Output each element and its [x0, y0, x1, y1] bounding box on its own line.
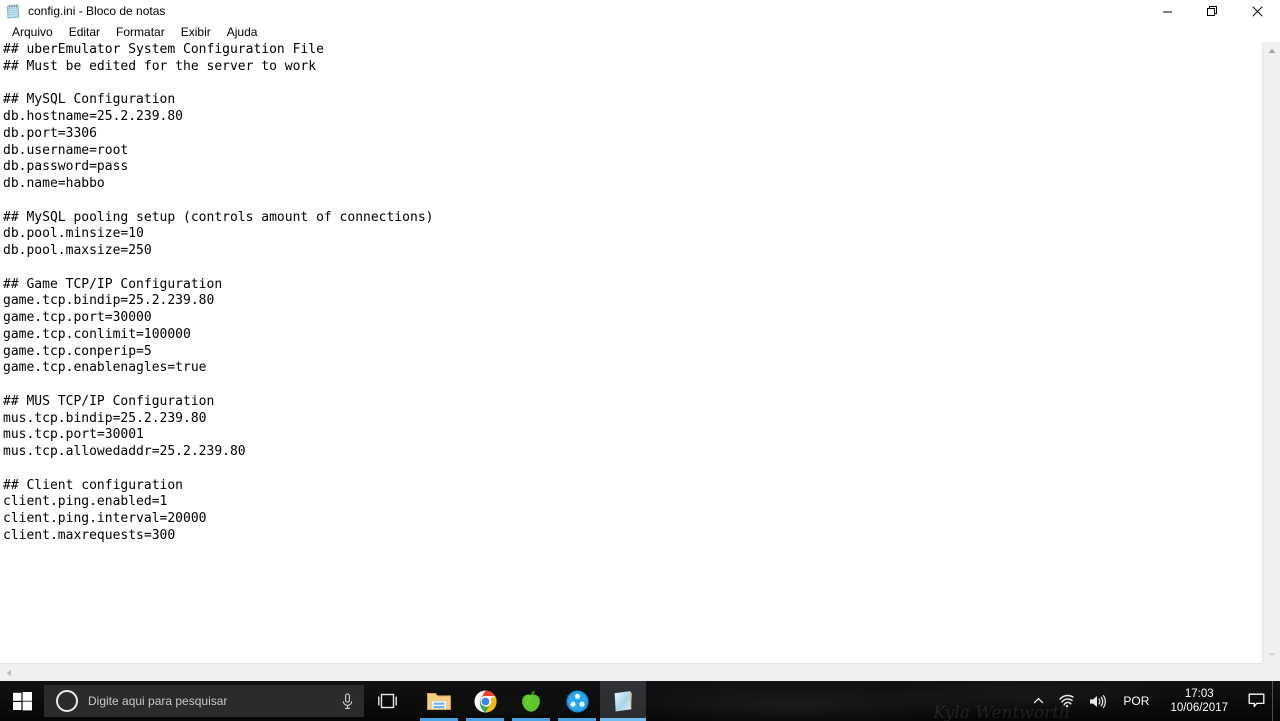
restore-button[interactable] [1190, 0, 1235, 23]
taskbar-apps [416, 681, 646, 721]
apple-icon [522, 690, 540, 712]
menu-item-formatar[interactable]: Formatar [108, 23, 173, 42]
language-indicator[interactable]: POR [1114, 681, 1158, 721]
scrollbar-corner [1262, 663, 1280, 681]
desktop-screen: config.ini - Bloco de notas Arquivo Edit… [0, 0, 1280, 721]
vertical-scrollbar[interactable] [1262, 42, 1280, 663]
notification-bubble-icon [1248, 693, 1264, 708]
microphone-icon[interactable] [341, 692, 354, 710]
menu-item-exibir[interactable]: Exibir [173, 23, 219, 42]
chevron-up-icon [1034, 697, 1044, 704]
taskbar-app-notepad[interactable] [600, 681, 646, 721]
taskbar-app-green-apple[interactable] [508, 681, 554, 721]
cortana-ring-icon[interactable] [56, 690, 78, 712]
system-tray: POR 17:03 10/06/2017 [1026, 681, 1280, 721]
clock-date: 10/06/2017 [1170, 702, 1228, 714]
scroll-left-arrow[interactable] [0, 664, 17, 681]
scroll-up-arrow[interactable] [1263, 42, 1280, 59]
taskbar-app-file-explorer[interactable] [416, 681, 462, 721]
tray-overflow-button[interactable] [1026, 681, 1051, 721]
search-input[interactable]: Digite aqui para pesquisar [88, 694, 341, 708]
menu-item-ajuda[interactable]: Ajuda [219, 23, 266, 42]
text-editor[interactable]: ## uberEmulator System Configuration Fil… [0, 42, 1262, 663]
start-button[interactable] [0, 681, 44, 721]
wifi-icon [1059, 694, 1075, 708]
minimize-button[interactable] [1145, 0, 1190, 23]
close-button[interactable] [1235, 0, 1280, 23]
show-desktop-button[interactable] [1272, 681, 1280, 721]
task-view-icon [377, 693, 397, 709]
window-controls [1145, 0, 1280, 23]
menu-item-arquivo[interactable]: Arquivo [4, 23, 61, 42]
title-bar[interactable]: config.ini - Bloco de notas [0, 0, 1280, 23]
notepad-icon [614, 690, 632, 712]
windows-logo-icon [12, 691, 32, 710]
chrome-icon [474, 690, 497, 712]
window-title: config.ini - Bloco de notas [28, 4, 166, 18]
menu-bar: Arquivo Editar Formatar Exibir Ajuda [0, 23, 1280, 42]
action-center-button[interactable] [1240, 681, 1272, 721]
speaker-icon [1090, 694, 1107, 708]
menu-item-editar[interactable]: Editar [61, 23, 108, 42]
volume-button[interactable] [1082, 681, 1114, 721]
editor-area: ## uberEmulator System Configuration Fil… [0, 42, 1280, 681]
folder-icon [427, 693, 451, 710]
scroll-down-arrow[interactable] [1263, 646, 1280, 663]
circles-icon [566, 690, 588, 712]
taskbar-app-blue-circle[interactable] [554, 681, 600, 721]
clock-time: 17:03 [1184, 688, 1214, 700]
notepad-window: config.ini - Bloco de notas Arquivo Edit… [0, 0, 1280, 681]
horizontal-scrollbar[interactable] [0, 663, 1280, 681]
taskbar: Kyla Wentworth Digite aqui para pesquisa… [0, 681, 1280, 721]
clock[interactable]: 17:03 10/06/2017 [1158, 681, 1240, 721]
notepad-icon [5, 3, 21, 20]
network-button[interactable] [1051, 681, 1082, 721]
task-view-button[interactable] [364, 681, 410, 721]
taskbar-app-chrome[interactable] [462, 681, 508, 721]
search-box[interactable]: Digite aqui para pesquisar [44, 685, 364, 717]
